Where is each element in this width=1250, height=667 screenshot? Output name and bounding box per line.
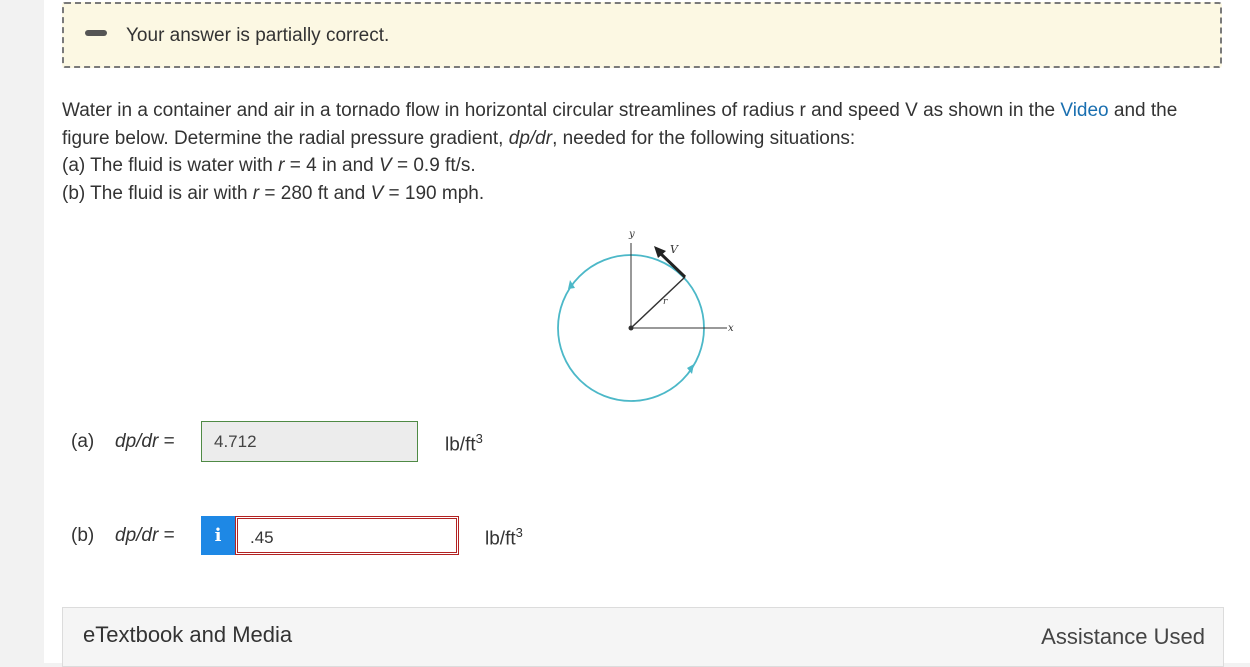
part-b-end: = 190 mph. [383,182,485,204]
answer-a-var: dp/dr = [115,431,175,453]
answer-b-input[interactable]: .45 [235,516,459,555]
part-b-label: (b) [62,182,86,204]
question-page: Your answer is partially correct. Water … [44,0,1250,667]
answer-a-unit-text: lb/ft [445,434,476,456]
answer-b-unit-exp: 3 [515,525,523,540]
partial-dash-icon [85,30,107,36]
velocity-vector [658,251,687,279]
part-a-v: V [379,155,392,176]
answer-b-unit: lb/ft3 [485,525,523,550]
x-axis-label: x [728,323,734,334]
feedback-message: Your answer is partially correct. [126,25,390,46]
part-a-mid: = 4 in and [284,155,380,176]
answer-a-input[interactable]: 4.712 [201,421,418,462]
velocity-label: V [670,243,679,256]
answer-a-unit: lb/ft3 [445,431,483,456]
y-axis-label: y [628,229,635,240]
question-var-dpdr: dp/dr [508,127,553,149]
streamline-figure: y x V r [557,229,734,402]
part-a-text: The fluid is water with [85,155,279,176]
feedback-banner: Your answer is partially correct. [62,2,1222,68]
question-text: Water in a container and air in a tornad… [62,97,1222,207]
radius-label: r [663,297,668,307]
part-b-mid: = 280 ft and [259,182,371,204]
question-line2: figure below. Determine the radial press… [62,127,509,149]
answer-a-unit-exp: 3 [475,431,483,446]
answer-a-eq: = [163,431,175,452]
radius-line [630,276,686,329]
answer-b-var-text: dp/dr [115,525,159,546]
video-link[interactable]: Video [1060,100,1108,121]
part-b-text: The fluid is air with [85,182,253,204]
question-line2-end: , needed for the following situations: [552,127,856,149]
question-intro: Water in a container and air in a tornad… [62,100,1061,121]
assistance-used-label: Assistance Used [1041,624,1205,649]
answer-b-unit-text: lb/ft [485,528,516,550]
answer-a-var-text: dp/dr [115,431,159,452]
etextbook-panel[interactable]: eTextbook and Media Assistance Used [62,607,1224,667]
etextbook-title: eTextbook and Media [83,622,293,647]
part-a-end: = 0.9 ft/s. [391,155,476,176]
info-icon[interactable]: i [201,516,235,555]
answer-b-var: dp/dr = [115,525,175,547]
question-intro-end: and the [1108,100,1178,121]
part-a-label: (a) [62,155,86,176]
answer-b-label: (b) [71,525,95,546]
answer-b-eq: = [163,525,175,546]
part-b-v: V [370,182,384,204]
center-dot [628,325,634,331]
answer-a-label: (a) [71,431,95,452]
